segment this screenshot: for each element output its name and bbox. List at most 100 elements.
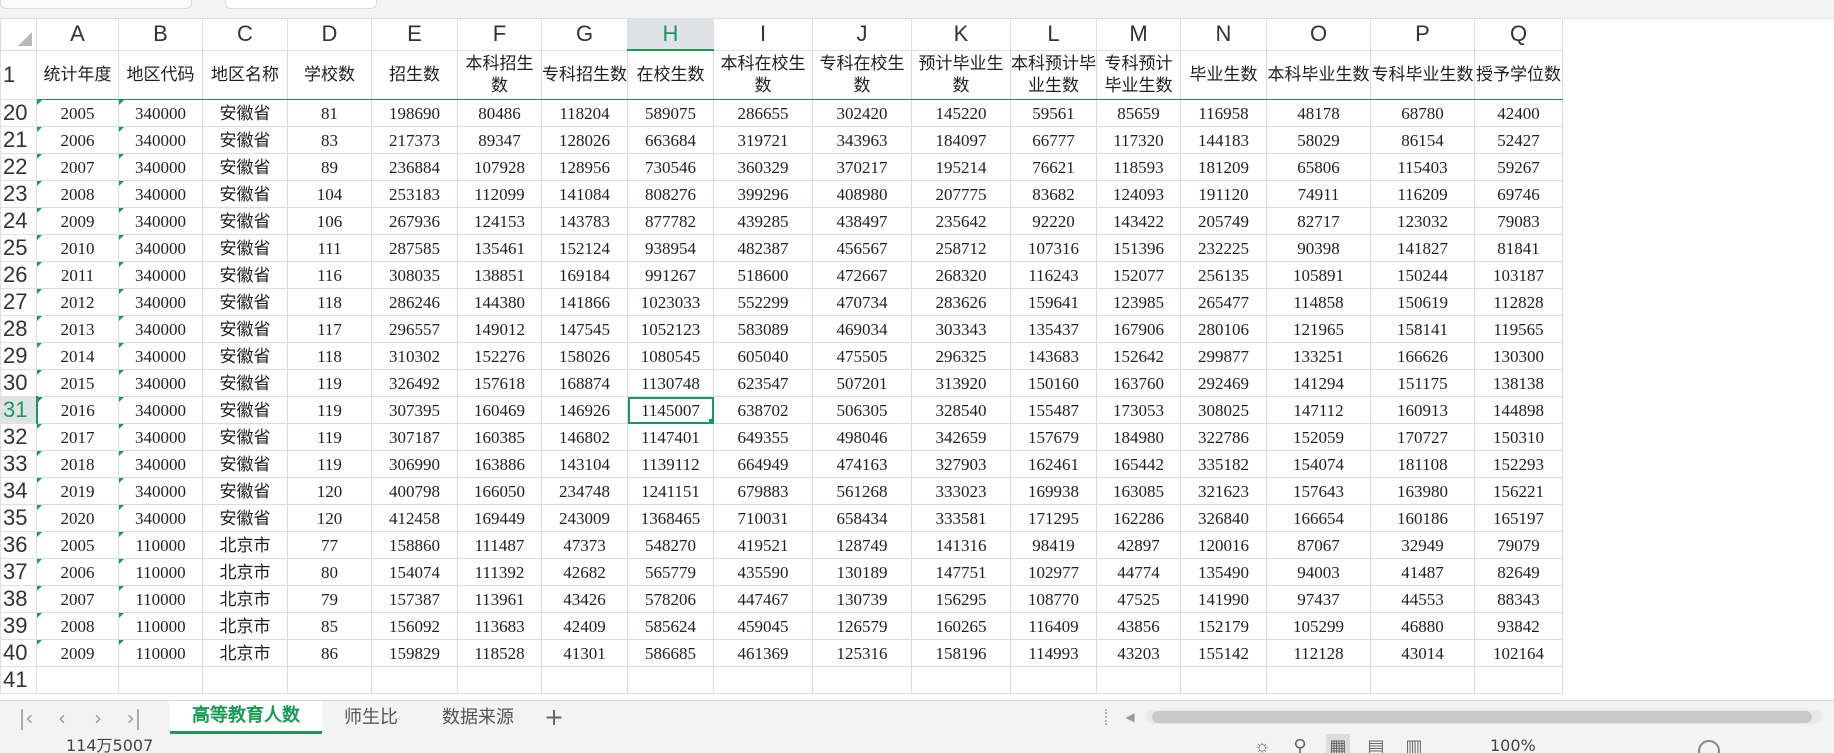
data-cell[interactable]: 81841 [1474, 234, 1563, 262]
data-cell[interactable]: 110000 [118, 531, 203, 559]
data-cell[interactable]: 2014 [36, 342, 119, 370]
data-cell[interactable]: 87067 [1266, 531, 1371, 559]
data-cell[interactable]: 191120 [1180, 180, 1267, 208]
data-cell[interactable] [371, 666, 458, 694]
data-cell[interactable]: 461369 [713, 639, 813, 667]
data-cell[interactable]: 143104 [541, 450, 628, 478]
data-cell[interactable]: 41487 [1370, 558, 1475, 586]
data-cell[interactable] [713, 666, 813, 694]
row-header[interactable]: 32 [0, 423, 37, 451]
data-cell[interactable]: 296557 [371, 315, 458, 343]
zoom-level[interactable]: 100% [1490, 734, 1536, 753]
data-cell[interactable]: 165197 [1474, 504, 1563, 532]
column-header-d[interactable]: D [287, 18, 372, 51]
data-cell[interactable]: 162461 [1010, 450, 1097, 478]
data-cell[interactable]: 679883 [713, 477, 813, 505]
row-header[interactable]: 29 [0, 342, 37, 370]
data-cell[interactable]: 419521 [713, 531, 813, 559]
data-cell[interactable]: 340000 [118, 99, 203, 127]
pin-icon[interactable]: ⚲ [1288, 734, 1312, 753]
data-cell[interactable]: 69746 [1474, 180, 1563, 208]
row-header[interactable]: 40 [0, 639, 37, 667]
data-cell[interactable]: 98419 [1010, 531, 1097, 559]
data-cell[interactable]: 119 [287, 450, 372, 478]
data-cell[interactable]: 173053 [1096, 396, 1181, 424]
data-cell[interactable]: 66777 [1010, 126, 1097, 154]
data-cell[interactable]: 94003 [1266, 558, 1371, 586]
data-cell[interactable]: 335182 [1180, 450, 1267, 478]
data-cell[interactable]: 181108 [1370, 450, 1475, 478]
data-cell[interactable]: 2019 [36, 477, 119, 505]
row-header[interactable]: 36 [0, 531, 37, 559]
data-cell[interactable]: 340000 [118, 369, 203, 397]
column-header-g[interactable]: G [541, 18, 628, 51]
data-cell[interactable]: 307395 [371, 396, 458, 424]
data-cell[interactable]: 2016 [36, 396, 119, 424]
data-cell[interactable]: 86 [287, 639, 372, 667]
data-cell[interactable]: 198690 [371, 99, 458, 127]
field-header-cell[interactable]: 地区名称 [202, 49, 288, 100]
data-cell[interactable]: 156295 [911, 585, 1011, 613]
data-cell[interactable]: 105891 [1266, 261, 1371, 289]
data-cell[interactable]: 123032 [1370, 207, 1475, 235]
column-header-j[interactable]: J [812, 18, 912, 51]
data-cell[interactable]: 152276 [457, 342, 542, 370]
data-cell[interactable]: 1052123 [627, 315, 714, 343]
data-cell[interactable]: 安徽省 [202, 207, 288, 235]
data-cell[interactable]: 150310 [1474, 423, 1563, 451]
data-cell[interactable]: 90398 [1266, 234, 1371, 262]
data-cell[interactable]: 141316 [911, 531, 1011, 559]
column-header-i[interactable]: I [713, 18, 813, 51]
data-cell[interactable]: 111392 [457, 558, 542, 586]
data-cell[interactable]: 安徽省 [202, 315, 288, 343]
data-cell[interactable]: 2009 [36, 207, 119, 235]
data-cell[interactable]: 2013 [36, 315, 119, 343]
data-cell[interactable]: 205749 [1180, 207, 1267, 235]
data-cell[interactable]: 283626 [911, 288, 1011, 316]
data-cell[interactable]: 169184 [541, 261, 628, 289]
data-cell[interactable]: 114858 [1266, 288, 1371, 316]
column-header-o[interactable]: O [1266, 18, 1371, 51]
row-header[interactable]: 41 [0, 666, 37, 694]
data-cell[interactable]: 41301 [541, 639, 628, 667]
data-cell[interactable]: 2020 [36, 504, 119, 532]
data-cell[interactable]: 938954 [627, 234, 714, 262]
data-cell[interactable]: 104 [287, 180, 372, 208]
column-header-p[interactable]: P [1370, 18, 1475, 51]
field-header-cell[interactable]: 专科招生数 [541, 49, 628, 100]
data-cell[interactable]: 160186 [1370, 504, 1475, 532]
column-header-f[interactable]: F [457, 18, 542, 51]
data-cell[interactable]: 113961 [457, 585, 542, 613]
data-cell[interactable]: 195214 [911, 153, 1011, 181]
data-cell[interactable]: 119 [287, 396, 372, 424]
data-cell[interactable]: 328540 [911, 396, 1011, 424]
data-cell[interactable]: 475505 [812, 342, 912, 370]
row-header[interactable]: 39 [0, 612, 37, 640]
data-cell[interactable]: 125316 [812, 639, 912, 667]
data-cell[interactable]: 166050 [457, 477, 542, 505]
data-cell[interactable]: 506305 [812, 396, 912, 424]
data-cell[interactable]: 79 [287, 585, 372, 613]
row-header[interactable]: 1 [0, 49, 37, 100]
data-cell[interactable]: 322786 [1180, 423, 1267, 451]
data-cell[interactable]: 124093 [1096, 180, 1181, 208]
data-cell[interactable]: 147545 [541, 315, 628, 343]
data-cell[interactable]: 163886 [457, 450, 542, 478]
data-cell[interactable]: 1241151 [627, 477, 714, 505]
data-cell[interactable] [202, 666, 288, 694]
data-cell[interactable]: 157643 [1266, 477, 1371, 505]
data-cell[interactable]: 333581 [911, 504, 1011, 532]
data-cell[interactable]: 128026 [541, 126, 628, 154]
data-cell[interactable]: 340000 [118, 261, 203, 289]
data-cell[interactable]: 133251 [1266, 342, 1371, 370]
data-cell[interactable]: 326492 [371, 369, 458, 397]
row-header[interactable]: 38 [0, 585, 37, 613]
column-header-h[interactable]: H [627, 18, 714, 51]
data-cell[interactable]: 121965 [1266, 315, 1371, 343]
data-cell[interactable]: 664949 [713, 450, 813, 478]
data-cell[interactable]: 147112 [1266, 396, 1371, 424]
data-cell[interactable]: 141084 [541, 180, 628, 208]
data-cell[interactable]: 308025 [1180, 396, 1267, 424]
data-cell[interactable]: 253183 [371, 180, 458, 208]
data-cell[interactable]: 102977 [1010, 558, 1097, 586]
